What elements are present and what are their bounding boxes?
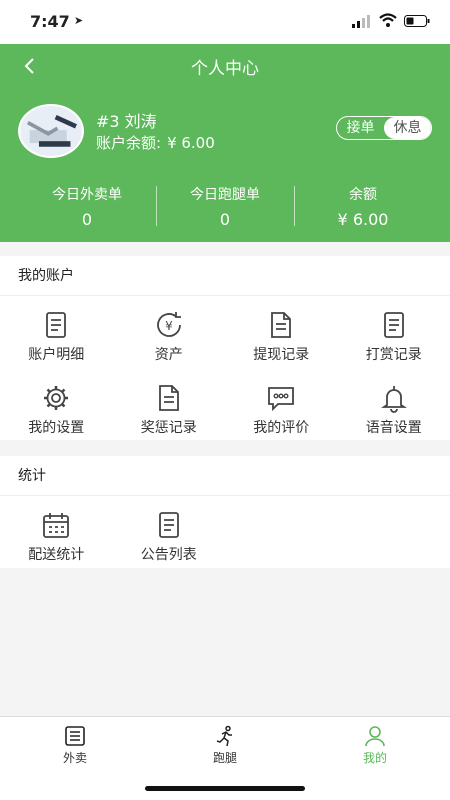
menu-label: 账户明细: [28, 347, 85, 363]
list-doc-icon: [158, 512, 179, 538]
profile-card: #3 刘涛 账户余额: ¥ 6.00 接单 休息: [18, 104, 432, 160]
stat-today-errand[interactable]: 今日跑腿单 0: [156, 184, 294, 229]
profile-header: 个人中心 #3 刘涛 账户余额: ¥ 6.00 接单 休息 今日外卖单 0 今日跑…: [0, 44, 450, 242]
tab-takeout[interactable]: 外卖: [0, 717, 150, 800]
my-account-section: 我的账户 账户明细 ¥ 资产 提现记录 打赏记录 我的设置 奖惩记录 我的评价: [0, 256, 450, 440]
status-time: 7:47: [30, 12, 70, 31]
balance-label: 账户余额:: [96, 134, 162, 152]
menu-account-details[interactable]: 账户明细: [0, 310, 113, 383]
menu-reward-penalty-records[interactable]: 奖惩记录: [113, 383, 226, 456]
stat-value: 0: [219, 210, 231, 229]
toggle-accept-orders[interactable]: 接单: [337, 117, 384, 139]
section-title: 我的账户: [0, 256, 450, 296]
bell-icon: [380, 386, 407, 413]
location-arrow-icon: ➤: [74, 14, 84, 27]
battery-icon: [404, 15, 430, 27]
menu-label: 公告列表: [140, 547, 197, 563]
page-title: 个人中心: [191, 59, 259, 79]
runner-icon: [216, 725, 232, 747]
chat-icon: [268, 387, 295, 412]
stat-today-takeout[interactable]: 今日外卖单 0: [18, 184, 156, 229]
menu-delivery-statistics[interactable]: 配送统计: [0, 510, 113, 583]
menu-my-settings[interactable]: 我的设置: [0, 383, 113, 456]
signal-icon: [352, 15, 370, 28]
menu-voice-settings[interactable]: 语音设置: [338, 383, 450, 456]
work-status-toggle[interactable]: 接单 休息: [336, 116, 432, 140]
menu-tip-records[interactable]: 打赏记录: [338, 310, 450, 383]
balance-value: ¥ 6.00: [167, 134, 215, 152]
menu-assets[interactable]: ¥ 资产: [113, 310, 226, 383]
calendar-icon: [43, 513, 70, 538]
stat-label: 今日跑腿单: [190, 187, 260, 203]
list-icon: [65, 726, 85, 746]
account-balance: 账户余额: ¥ 6.00: [96, 132, 215, 153]
menu-withdrawal-records[interactable]: 提现记录: [225, 310, 338, 383]
home-indicator: [145, 786, 305, 791]
stat-balance[interactable]: 余额 ¥ 6.00: [294, 184, 432, 229]
menu-label: 资产: [154, 347, 183, 363]
section-title: 统计: [0, 456, 450, 496]
avatar-photo-icon: [20, 106, 82, 156]
statistics-section: 统计 配送统计 公告列表: [0, 456, 450, 568]
stat-value: ¥ 6.00: [337, 210, 389, 229]
stats-row: 今日外卖单 0 今日跑腿单 0 余额 ¥ 6.00: [18, 184, 432, 229]
user-name: #3 刘涛: [96, 112, 157, 131]
menu-label: 我的评价: [253, 420, 310, 436]
tab-mine[interactable]: 我的: [300, 717, 450, 800]
stat-label: 今日外卖单: [52, 187, 122, 203]
doc-icon: [271, 312, 292, 338]
avatar[interactable]: [18, 104, 84, 158]
stat-value: 0: [81, 210, 93, 229]
menu-label: 我的设置: [28, 420, 85, 436]
menu-label: 配送统计: [28, 547, 85, 563]
menu-my-reviews[interactable]: 我的评价: [225, 383, 338, 456]
toggle-rest[interactable]: 休息: [384, 117, 431, 139]
menu-announcement-list[interactable]: 公告列表: [113, 510, 226, 583]
tab-label: 我的: [362, 751, 387, 765]
svg-text:¥: ¥: [165, 319, 173, 333]
tab-label: 外卖: [62, 751, 87, 765]
person-icon: [365, 726, 385, 747]
menu-label: 提现记录: [253, 347, 310, 363]
yuan-refresh-icon: ¥: [156, 312, 181, 337]
menu-label: 奖惩记录: [140, 420, 197, 436]
menu-label: 打赏记录: [365, 347, 422, 363]
status-bar: 7:47 ➤: [0, 0, 450, 44]
stat-label: 余额: [349, 187, 377, 203]
list-doc-icon: [383, 312, 404, 338]
gear-icon: [44, 386, 69, 410]
doc-icon: [158, 385, 179, 411]
tab-label: 跑腿: [212, 751, 237, 765]
menu-label: 语音设置: [365, 420, 422, 436]
wifi-icon: [379, 13, 397, 27]
list-doc-icon: [46, 312, 67, 338]
